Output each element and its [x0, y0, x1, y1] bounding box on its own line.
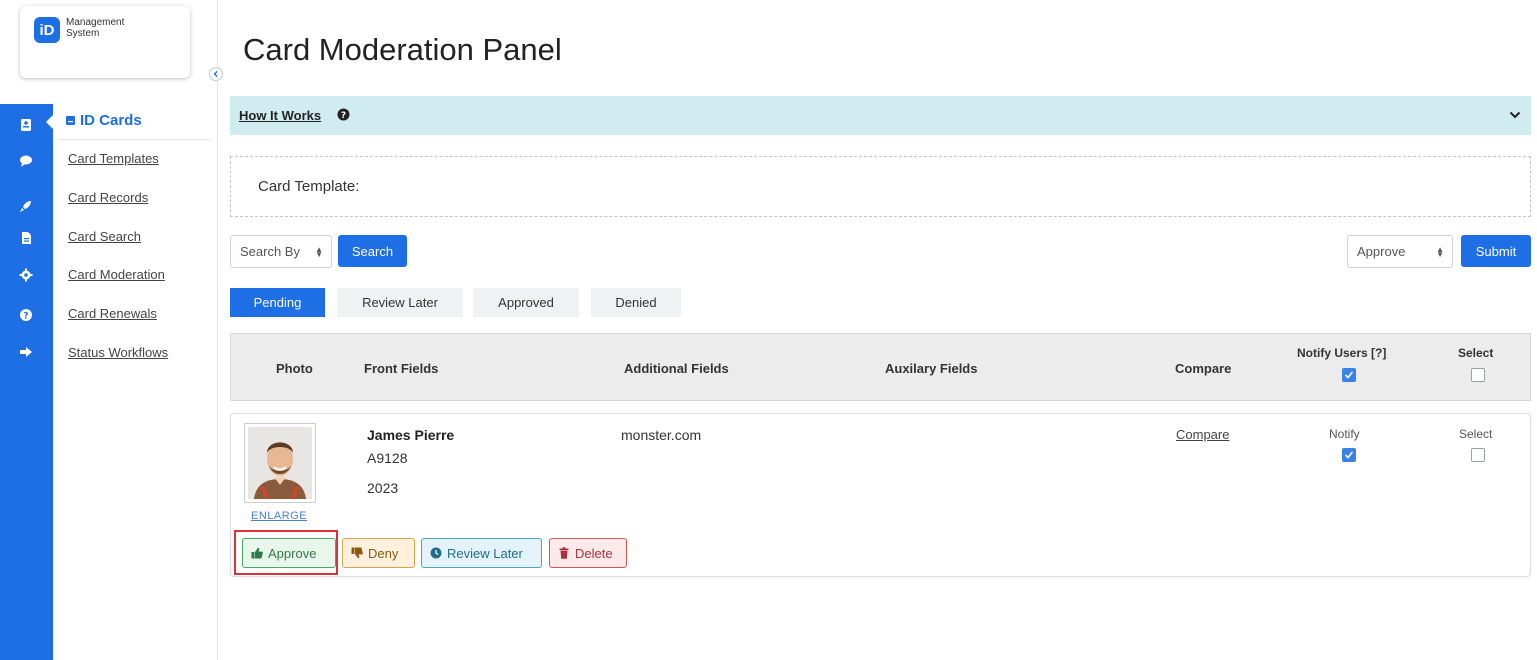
help-icon[interactable]: ?	[13, 302, 39, 328]
delete-button[interactable]: Delete	[549, 538, 627, 568]
tab-approved[interactable]: Approved	[473, 288, 579, 317]
chevron-down-icon[interactable]	[1509, 110, 1521, 120]
bulk-action-select[interactable]: Approve ▲ ▼	[1347, 235, 1453, 268]
notify-all-checkbox[interactable]	[1342, 368, 1356, 382]
select-checkbox[interactable]	[1471, 448, 1485, 462]
compare-link[interactable]: Compare	[1176, 427, 1229, 442]
how-it-works-label[interactable]: How It Works	[239, 108, 321, 123]
search-by-select[interactable]: Search By ▲ ▼	[230, 235, 332, 268]
sidebar-divider	[217, 0, 218, 660]
sidebar-separator	[60, 139, 210, 140]
tab-pending[interactable]: Pending	[230, 288, 325, 317]
record-id: A9128	[367, 450, 408, 466]
review-later-button[interactable]: Review Later	[421, 538, 542, 568]
svg-text:?: ?	[341, 111, 346, 121]
card-template-label: Card Template:	[258, 178, 360, 195]
chat-icon[interactable]	[13, 148, 39, 174]
person-photo	[248, 427, 312, 499]
clock-icon	[430, 547, 442, 559]
logo-text: Management System	[66, 17, 125, 39]
header-auxiliary-fields: Auxilary Fields	[885, 361, 978, 376]
sidebar-item-card-search[interactable]: Card Search	[68, 229, 141, 244]
record-year: 2023	[367, 480, 399, 496]
sort-caret-icon: ▲ ▼	[315, 245, 323, 259]
logout-icon[interactable]	[13, 339, 39, 365]
card-template-box: Card Template:	[230, 156, 1531, 217]
table-row: ENLARGE James Pierre A9128 2023 monster.…	[230, 413, 1531, 577]
logo-card[interactable]: iD Management System	[20, 6, 190, 78]
logo-badge: iD	[34, 17, 60, 43]
search-button[interactable]: Search	[338, 235, 407, 267]
header-additional-fields: Additional Fields	[624, 361, 729, 376]
select-label: Select	[1459, 427, 1493, 441]
sidebar-item-status-workflows[interactable]: Status Workflows	[68, 345, 168, 360]
page-title: Card Moderation Panel	[243, 32, 562, 67]
sidebar-item-card-renewals[interactable]: Card Renewals	[68, 306, 157, 321]
tab-denied[interactable]: Denied	[591, 288, 681, 317]
photo-thumbnail[interactable]	[244, 423, 316, 503]
select-all-checkbox[interactable]	[1471, 368, 1485, 382]
header-select: Select	[1458, 346, 1494, 360]
approve-highlight-box	[234, 530, 338, 575]
gear-icon[interactable]	[13, 262, 39, 288]
enlarge-link[interactable]: ENLARGE	[251, 510, 307, 522]
question-icon: ?	[337, 108, 350, 121]
record-additional: monster.com	[621, 427, 702, 443]
sidebar-item-card-moderation[interactable]: Card Moderation	[68, 267, 165, 282]
deny-button[interactable]: Deny	[342, 538, 415, 568]
thumbs-down-icon	[351, 547, 363, 559]
sort-caret-icon: ▲ ▼	[1436, 245, 1444, 259]
header-notify-users[interactable]: Notify Users [?]	[1297, 346, 1386, 360]
collapse-sidebar-button[interactable]	[209, 67, 223, 81]
notify-checkbox[interactable]	[1342, 448, 1356, 462]
submit-button[interactable]: Submit	[1461, 235, 1531, 267]
how-it-works-bar[interactable]: How It Works ?	[230, 96, 1531, 135]
notify-label: Notify	[1329, 427, 1360, 441]
tab-review-later[interactable]: Review Later	[337, 288, 463, 317]
trash-icon	[559, 547, 569, 559]
header-photo: Photo	[276, 361, 313, 376]
id-card-icon[interactable]	[13, 112, 39, 138]
header-front-fields: Front Fields	[364, 361, 439, 376]
active-pointer	[46, 114, 54, 130]
sidebar-heading[interactable]: ID Cards	[66, 112, 142, 129]
id-card-icon	[66, 116, 75, 125]
sidebar-item-card-records[interactable]: Card Records	[68, 190, 148, 205]
chevron-left-icon	[213, 70, 218, 78]
header-compare: Compare	[1175, 361, 1232, 376]
record-name: James Pierre	[367, 427, 455, 443]
sidebar-item-card-templates[interactable]: Card Templates	[68, 151, 159, 166]
svg-text:?: ?	[23, 312, 28, 322]
document-icon[interactable]	[13, 225, 39, 251]
rocket-icon[interactable]	[13, 193, 39, 219]
table-header: Photo Front Fields Additional Fields Aux…	[230, 333, 1531, 401]
